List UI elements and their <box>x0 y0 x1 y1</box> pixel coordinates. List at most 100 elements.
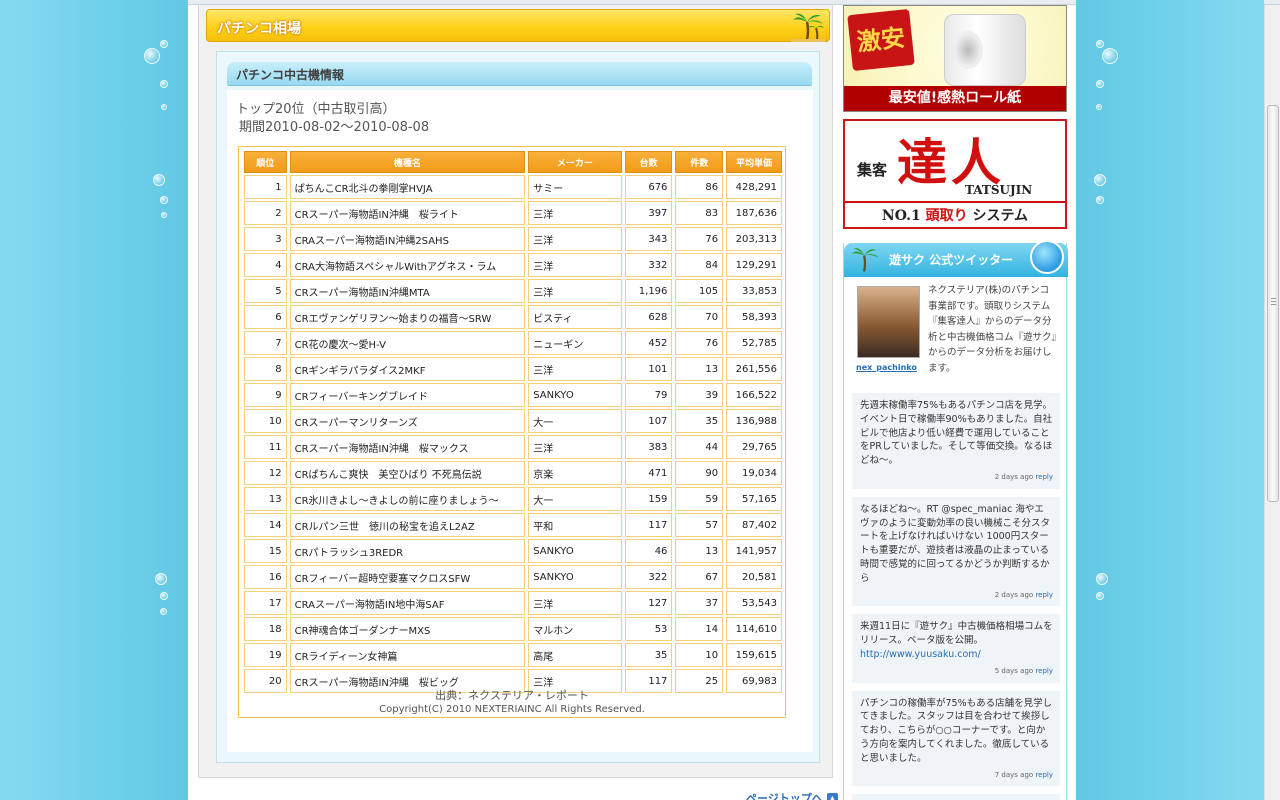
ranking-table-frame: 順位 機種名 メーカー 台数 件数 平均単価 1 ぱちんこCR北斗の拳剛掌HVJA… <box>238 146 786 718</box>
cell-deals: 105 <box>675 279 724 303</box>
cell-deals: 57 <box>675 513 724 537</box>
banner-roman-text: TATSUJIN <box>965 183 1033 197</box>
tweet-time: 2 days ago <box>994 472 1034 481</box>
avatar[interactable] <box>857 286 920 358</box>
cell-deals: 67 <box>675 565 724 589</box>
page-top-link[interactable]: ページトップへ ▲ <box>746 790 838 800</box>
roll-paper-banner[interactable]: 激安 最安値!感熱ロール紙 <box>843 5 1067 112</box>
tweet-text: パチンコの稼働率が75%もある店舗を見学してきました。スタッフは目を合わせて挨拶… <box>860 697 1053 764</box>
cell-deals: 44 <box>675 435 724 459</box>
header-avg-price: 平均単価 <box>726 151 782 173</box>
cell-machine-name: CRライディーン女神篇 <box>289 643 526 667</box>
cell-maker: 三洋 <box>528 253 622 277</box>
palm-tree-icon <box>791 13 825 42</box>
tatsujin-banner[interactable]: 集客 達人 TATSUJIN NO.1 頭取り システム <box>843 119 1067 229</box>
cell-machine-name: CRギンギラパラダイス2MKF <box>289 357 526 381</box>
cell-units: 383 <box>624 435 673 459</box>
tweet-meta: 5 days ago reply <box>860 665 1053 679</box>
cell-maker: 大一 <box>528 487 622 511</box>
header-maker: メーカー <box>528 151 622 173</box>
vertical-scrollbar[interactable] <box>1264 5 1280 800</box>
cell-deals: 76 <box>675 331 724 355</box>
cell-machine-name: CRA大海物語スペシャルWithアグネス・ラム <box>289 253 526 277</box>
header-units: 台数 <box>624 151 673 173</box>
cell-avg-price: 20,581 <box>726 565 782 589</box>
cell-deals: 10 <box>675 643 724 667</box>
panel-header: パチンコ中古機情報 <box>227 62 812 86</box>
cell-deals: 86 <box>675 175 724 199</box>
cell-avg-price: 29,765 <box>726 435 782 459</box>
cell-machine-name: CRルパン三世 徳川の秘宝を追えL2AZ <box>289 513 526 537</box>
cell-deals: 35 <box>675 409 724 433</box>
cell-maker: 大一 <box>528 409 622 433</box>
banner-stamp: 激安 <box>847 8 915 72</box>
table-row: 17 CRAスーパー海物語IN地中海SAF 三洋 127 37 53,543 <box>244 591 782 615</box>
cell-avg-price: 87,402 <box>726 513 782 537</box>
cell-maker: サミー <box>528 175 622 199</box>
cell-deals: 76 <box>675 227 724 251</box>
cell-units: 79 <box>624 383 673 407</box>
cell-units: 46 <box>624 539 673 563</box>
bubble-decoration <box>160 40 168 48</box>
cell-rank: 12 <box>244 461 287 485</box>
cell-deals: 70 <box>675 305 724 329</box>
tweet-reply-link[interactable]: reply <box>1035 667 1053 675</box>
cell-deals: 84 <box>675 253 724 277</box>
ranking-box: トップ20位（中古取引高） 期間2010-08-02～2010-08-08 順位… <box>227 90 813 752</box>
bubble-decoration <box>1096 592 1104 600</box>
bubble-decoration <box>161 104 167 110</box>
table-row: 19 CRライディーン女神篇 高尾 35 10 159,615 <box>244 643 782 667</box>
cell-avg-price: 52,785 <box>726 331 782 355</box>
cell-rank: 19 <box>244 643 287 667</box>
cell-rank: 14 <box>244 513 287 537</box>
used-machine-panel: パチンコ中古機情報 トップ20位（中古取引高） 期間2010-08-02～201… <box>216 51 820 763</box>
bubble-decoration <box>161 212 167 218</box>
tweet-time: 7 days ago <box>994 770 1034 779</box>
cell-machine-name: CR花の慶次～愛H-V <box>289 331 526 355</box>
cell-units: 127 <box>624 591 673 615</box>
table-row: 7 CR花の慶次～愛H-V ニューギン 452 76 52,785 <box>244 331 782 355</box>
cell-machine-name: CRフィーバーキングブレイド <box>289 383 526 407</box>
bubble-decoration <box>144 48 160 64</box>
page-top-label: ページトップへ <box>746 792 823 800</box>
panel-title: パチンコ中古機情報 <box>236 68 345 82</box>
tweet-reply-link[interactable]: reply <box>1035 591 1053 599</box>
cell-avg-price: 57,165 <box>726 487 782 511</box>
scrollbar-grip <box>1271 298 1276 299</box>
tagline-part-c: システム <box>967 208 1029 224</box>
paper-roll-icon <box>944 14 1026 86</box>
cell-rank: 15 <box>244 539 287 563</box>
table-row: 11 CRスーパー海物語IN沖縄 桜マックス 三洋 383 44 29,765 <box>244 435 782 459</box>
table-row: 12 CRぱちんこ爽快 美空ひばり 不死鳥伝説 京楽 471 90 19,034 <box>244 461 782 485</box>
cell-rank: 3 <box>244 227 287 251</box>
table-row: 2 CRスーパー海物語IN沖縄 桜ライト 三洋 397 83 187,636 <box>244 201 782 225</box>
cell-avg-price: 428,291 <box>726 175 782 199</box>
cell-maker: 高尾 <box>528 643 622 667</box>
tweet-reply-link[interactable]: reply <box>1035 771 1053 779</box>
twitter-title: 遊サク 公式ツイッター <box>889 253 1014 267</box>
cell-deals: 90 <box>675 461 724 485</box>
tweet-link[interactable]: http://www.yuusaku.com/ <box>860 648 1053 662</box>
cell-rank: 9 <box>244 383 287 407</box>
bubble-decoration <box>160 608 167 615</box>
ranking-title: トップ20位（中古取引高） <box>236 102 396 117</box>
tweet-item: なるほどね～。RT @spec_maniac 海やエヴァのように変動効率の良い機… <box>852 496 1060 607</box>
cell-units: 628 <box>624 305 673 329</box>
cell-maker: 京楽 <box>528 461 622 485</box>
cell-rank: 7 <box>244 331 287 355</box>
bubble-decoration <box>160 80 168 88</box>
cell-maker: 三洋 <box>528 435 622 459</box>
cell-maker: SANKYO <box>528 383 622 407</box>
cell-avg-price: 58,393 <box>726 305 782 329</box>
sidebar: 激安 最安値!感熱ロール紙 集客 達人 TATSUJIN NO.1 頭取り シス… <box>843 5 1068 800</box>
arrow-up-icon: ▲ <box>826 792 838 800</box>
cell-maker: ニューギン <box>528 331 622 355</box>
username-link[interactable]: nex_pachinko <box>856 363 917 372</box>
cell-avg-price: 141,957 <box>726 539 782 563</box>
table-row: 1 ぱちんこCR北斗の拳剛掌HVJA サミー 676 86 428,291 <box>244 175 782 199</box>
bubble-decoration <box>1096 40 1104 48</box>
section-title: パチンコ相場 <box>217 21 301 37</box>
scrollbar-thumb[interactable] <box>1267 105 1279 502</box>
tweet-meta: 7 days ago reply <box>860 769 1053 783</box>
tweet-reply-link[interactable]: reply <box>1035 473 1053 481</box>
